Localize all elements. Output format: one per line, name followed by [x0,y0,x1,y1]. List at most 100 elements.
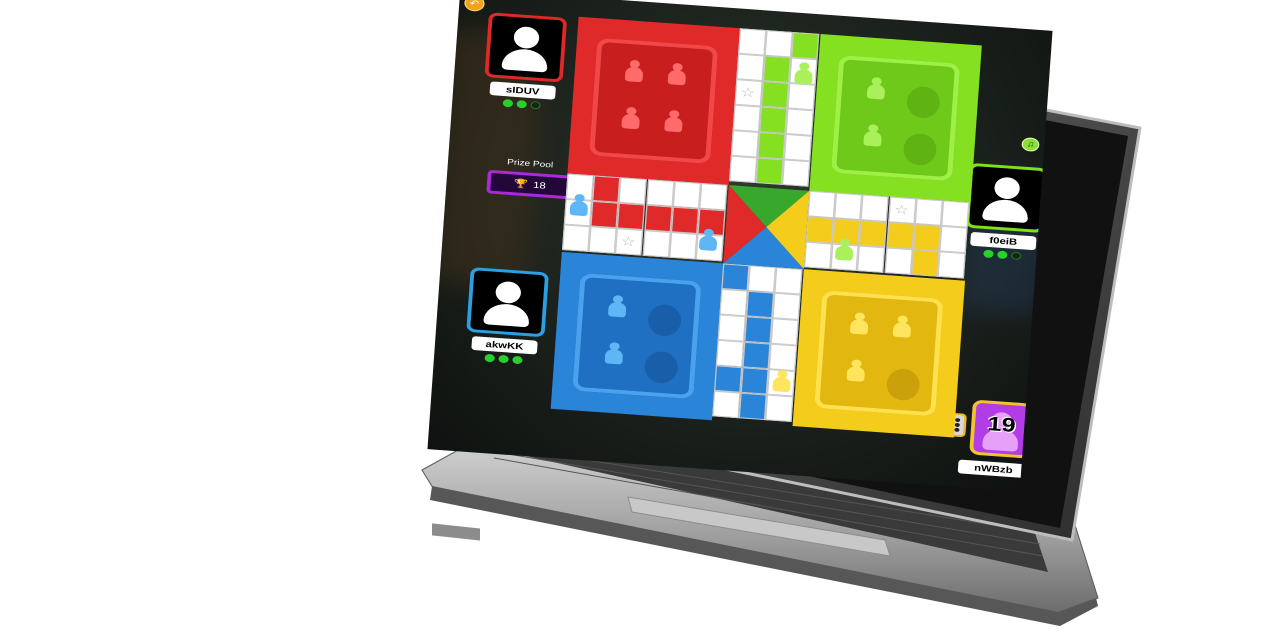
track-cell [618,177,647,205]
pawn-green[interactable] [794,62,813,85]
track-cell [791,32,820,60]
track-cell [860,194,889,222]
track-cell [760,81,790,109]
pawn-red[interactable] [667,62,687,86]
avatar [466,267,549,338]
track-cell [590,200,619,229]
track-cell: ☆ [888,196,917,224]
track-cell [669,232,698,260]
track-cell [937,251,966,279]
speaker-icon[interactable]: ♫ [1021,137,1040,153]
track-cell [770,318,799,346]
track-cell [912,223,942,252]
prize-pool-value: 18 [532,179,547,191]
track-cell [712,390,741,419]
pawn-red[interactable] [664,109,683,133]
life-dot [512,355,523,365]
track-cell [858,220,887,248]
track-cell [642,230,671,258]
trophy-icon: 🏆 [513,178,529,190]
pawn-yellow[interactable] [846,359,866,382]
track-cell [783,133,813,162]
life-dot [498,354,509,364]
track-cell [719,288,748,317]
track-cell [803,241,833,270]
track-cell [768,343,798,372]
track-cell [730,130,760,158]
avatar [965,162,1048,234]
track-cell [742,341,771,370]
pawn-blue[interactable] [604,342,624,365]
track-cell [644,204,673,233]
track-cell [745,290,775,319]
track-cell [588,226,617,254]
track-cell [781,159,811,187]
track-cell [729,155,758,183]
track-cell [941,200,970,228]
track-cell [740,367,769,395]
track-cell [714,365,743,393]
track-cell [736,53,765,82]
star-icon: ☆ [620,233,637,250]
home-blue [550,251,724,421]
track-cell [774,267,803,295]
track-cell [744,316,773,344]
track-cell [755,157,784,185]
track-cell [939,225,968,254]
pawn-yellow[interactable] [849,312,869,335]
life-dot [484,353,495,363]
star-icon: ☆ [893,201,910,218]
track-cell [762,55,792,83]
track-cell [592,175,621,203]
player-name: f0eiB [970,231,1037,251]
pawn-blue[interactable] [569,193,589,217]
track-cell [715,339,745,368]
game-screen: ↶ ♫ sIDUV Prize Pool 🏆 18 akwKK f0eiB 19… [427,0,1053,492]
star-icon: ☆ [739,84,756,101]
track-cell [561,224,591,252]
track-cell [772,292,801,321]
pawn-red[interactable] [624,59,644,83]
pawn-green[interactable] [866,77,886,100]
track-cell: ☆ [614,228,644,256]
pawn-green[interactable] [834,238,854,261]
track-cell [886,222,915,250]
pawn-red[interactable] [621,106,641,130]
track-cell [732,104,761,133]
track-cell [764,30,793,58]
back-arrow-icon[interactable]: ↶ [463,0,486,12]
life-dot [516,99,528,109]
track-cell [717,314,746,342]
life-dot [530,100,541,110]
track-cell [646,179,675,207]
home-green [809,33,982,203]
track-cell [747,265,777,293]
track-cell [759,106,788,134]
player-name: nWBzb [957,459,1030,479]
turn-timer-value: 19 [986,413,1017,437]
track-cell [787,82,816,111]
ludo-board: ☆ ☆ ☆ [550,16,982,438]
life-dot [502,98,514,108]
track-cell: ☆ [734,79,763,107]
pawn-green[interactable] [863,124,882,147]
track-cell [884,247,913,275]
pawn-yellow[interactable] [772,369,791,393]
pawn-blue[interactable] [698,228,718,252]
life-dot [997,250,1008,260]
track-cell [911,249,940,277]
track-cell [738,392,767,421]
life-dot [1010,251,1022,261]
avatar [484,12,568,83]
track-cell [785,108,814,136]
track-cell [807,190,836,219]
track-cell [834,192,863,221]
pawn-blue[interactable] [607,294,627,318]
lives-indicator [481,353,527,365]
track-cell [738,28,767,56]
track-cell [699,183,728,211]
track-cell [805,216,835,244]
pawn-yellow[interactable] [892,315,912,338]
home-center [723,185,810,270]
track-cell [721,263,750,291]
